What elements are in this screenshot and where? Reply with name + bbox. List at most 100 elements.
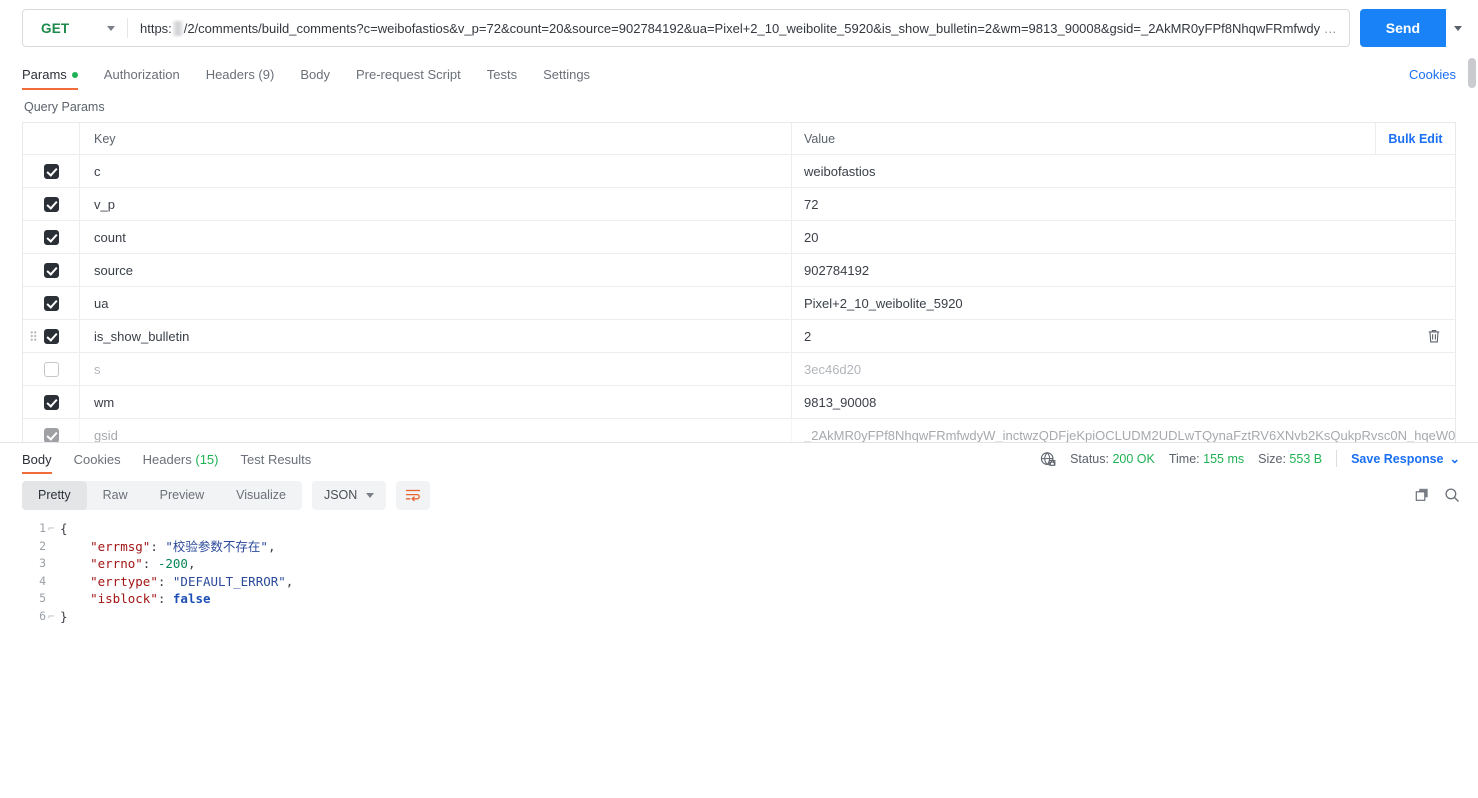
tab-test-results[interactable]: Test Results: [240, 452, 311, 474]
divider: [1336, 450, 1338, 467]
param-key[interactable]: source: [79, 254, 791, 286]
tab-authorization[interactable]: Authorization: [104, 67, 180, 90]
response-tab-bar: Body Cookies Headers (15) Test Results S…: [0, 443, 1478, 474]
param-key[interactable]: c: [79, 155, 791, 187]
response-body-toolbar: Pretty Raw Preview Visualize JSON: [0, 474, 1478, 516]
row-checkbox[interactable]: [43, 428, 59, 442]
param-value[interactable]: 902784192: [791, 254, 1455, 286]
json-token-b: false: [172, 591, 211, 607]
view-pretty-button[interactable]: Pretty: [22, 480, 87, 510]
table-row-hovered[interactable]: is_show_bulletin 2: [23, 320, 1455, 353]
row-checkbox[interactable]: [43, 229, 59, 245]
view-visualize-button[interactable]: Visualize: [220, 481, 302, 510]
param-value[interactable]: 9813_90008: [791, 386, 1455, 418]
save-response-button[interactable]: Save Response ⌄: [1351, 451, 1460, 466]
body-view-segmented-control: Pretty Raw Preview Visualize: [22, 480, 302, 510]
body-tool-right: [1414, 487, 1460, 503]
query-params-section: Query Params Key Value Bulk Edit c weibo…: [0, 90, 1478, 442]
json-token-k: "errtype": [90, 573, 158, 589]
url-bar: GET https: /2/comments/build_comments?c=w…: [0, 0, 1478, 56]
search-icon[interactable]: [1444, 487, 1460, 503]
row-checkbox-cell: [23, 419, 79, 442]
code-line: ⌐}: [48, 608, 1478, 626]
row-checkbox[interactable]: [43, 361, 59, 377]
param-value[interactable]: 72: [791, 188, 1455, 220]
size-value: 553 B: [1289, 451, 1323, 466]
query-params-table: Key Value Bulk Edit c weibofastios v_p 7…: [22, 122, 1456, 442]
table-row[interactable]: source 902784192: [23, 254, 1455, 287]
json-body-text[interactable]: ⌐{ "errmsg": "校验参数不存在", "errno": -200, "…: [46, 516, 1478, 798]
param-key[interactable]: ua: [79, 287, 791, 319]
param-value[interactable]: weibofastios: [791, 155, 1455, 187]
tab-pre-request-script[interactable]: Pre-request Script: [356, 67, 461, 90]
table-row[interactable]: c weibofastios: [23, 155, 1455, 188]
vertical-scrollbar-thumb[interactable]: [1468, 58, 1476, 88]
word-wrap-toggle[interactable]: [396, 480, 431, 510]
url-suffix: /2/comments/build_comments?c=weibofastio…: [183, 20, 1321, 36]
tab-settings[interactable]: Settings: [543, 67, 590, 90]
row-checkbox[interactable]: [43, 394, 59, 410]
tab-response-headers-label: Headers: [142, 452, 196, 467]
fold-marker-icon[interactable]: ⌐: [48, 608, 56, 626]
bulk-edit-button[interactable]: Bulk Edit: [1375, 123, 1455, 154]
param-value[interactable]: Pixel+2_10_weibolite_5920: [791, 287, 1455, 319]
param-key[interactable]: count: [79, 221, 791, 253]
param-key[interactable]: wm: [79, 386, 791, 418]
chevron-down-icon: [366, 492, 375, 498]
fold-marker-icon[interactable]: ⌐: [48, 520, 56, 538]
http-method-label: GET: [41, 20, 70, 36]
view-raw-button[interactable]: Raw: [87, 481, 144, 510]
table-row[interactable]: wm 9813_90008: [23, 386, 1455, 419]
json-token-p: {: [60, 521, 68, 536]
http-method-select[interactable]: GET: [23, 10, 127, 46]
param-key[interactable]: s: [79, 353, 791, 385]
json-token-k: "errmsg": [90, 538, 151, 554]
tab-tests[interactable]: Tests: [487, 67, 517, 90]
table-row[interactable]: s 3ec46d20: [23, 353, 1455, 386]
url-input[interactable]: https: /2/comments/build_comments?c=weibo…: [128, 10, 1349, 46]
tab-params[interactable]: Params: [22, 67, 78, 90]
send-button[interactable]: Send: [1359, 9, 1446, 47]
row-checkbox[interactable]: [43, 196, 59, 212]
chevron-down-icon: [1454, 25, 1462, 31]
tab-body[interactable]: Body: [300, 67, 330, 90]
response-pane: Body Cookies Headers (15) Test Results S…: [0, 442, 1478, 798]
param-value[interactable]: _2AkMR0yFPf8NhqwFRmfwdyW_inctwzQDFjeKpiO…: [791, 419, 1455, 442]
json-token-p: }: [60, 608, 68, 624]
tab-headers[interactable]: Headers (9): [206, 67, 275, 90]
row-checkbox-cell: [23, 386, 79, 418]
table-row[interactable]: ua Pixel+2_10_weibolite_5920: [23, 287, 1455, 320]
param-value[interactable]: 20: [791, 221, 1455, 253]
line-number-gutter: 1 2 3 4 5 6: [22, 516, 46, 798]
row-checkbox-cell: [23, 254, 79, 286]
table-row[interactable]: v_p 72: [23, 188, 1455, 221]
table-row[interactable]: gsid _2AkMR0yFPf8NhqwFRmfwdyW_inctwzQDFj…: [23, 419, 1455, 442]
tab-response-body[interactable]: Body: [22, 452, 52, 474]
body-format-select[interactable]: JSON: [311, 480, 387, 510]
send-options-button[interactable]: [1446, 9, 1470, 47]
row-checkbox[interactable]: [43, 163, 59, 179]
delete-row-icon[interactable]: [1427, 329, 1441, 344]
globe-lock-icon[interactable]: [1040, 451, 1056, 467]
drag-handle-icon[interactable]: [30, 330, 37, 342]
row-checkbox[interactable]: [43, 328, 59, 344]
param-key[interactable]: is_show_bulletin: [79, 320, 791, 352]
tab-response-headers[interactable]: Headers (15): [143, 452, 219, 474]
view-preview-button[interactable]: Preview: [144, 481, 220, 510]
param-key[interactable]: v_p: [79, 188, 791, 220]
json-token-p: :: [150, 538, 166, 554]
query-params-title: Query Params: [24, 100, 105, 114]
tab-response-cookies[interactable]: Cookies: [74, 452, 121, 474]
row-checkbox-cell: [23, 287, 79, 319]
copy-icon[interactable]: [1414, 487, 1430, 503]
cookies-link[interactable]: Cookies: [1409, 67, 1456, 82]
line-number: 5: [39, 591, 46, 606]
param-key[interactable]: gsid: [79, 419, 791, 442]
row-checkbox[interactable]: [43, 295, 59, 311]
row-checkbox-cell: [23, 221, 79, 253]
table-row[interactable]: count 20: [23, 221, 1455, 254]
param-value[interactable]: 2: [791, 320, 1455, 352]
row-checkbox[interactable]: [43, 262, 59, 278]
response-body-code[interactable]: 1 2 3 4 5 6 ⌐{ "errmsg": "校验参数不存在", "err…: [0, 516, 1478, 798]
param-value[interactable]: 3ec46d20: [791, 353, 1455, 385]
